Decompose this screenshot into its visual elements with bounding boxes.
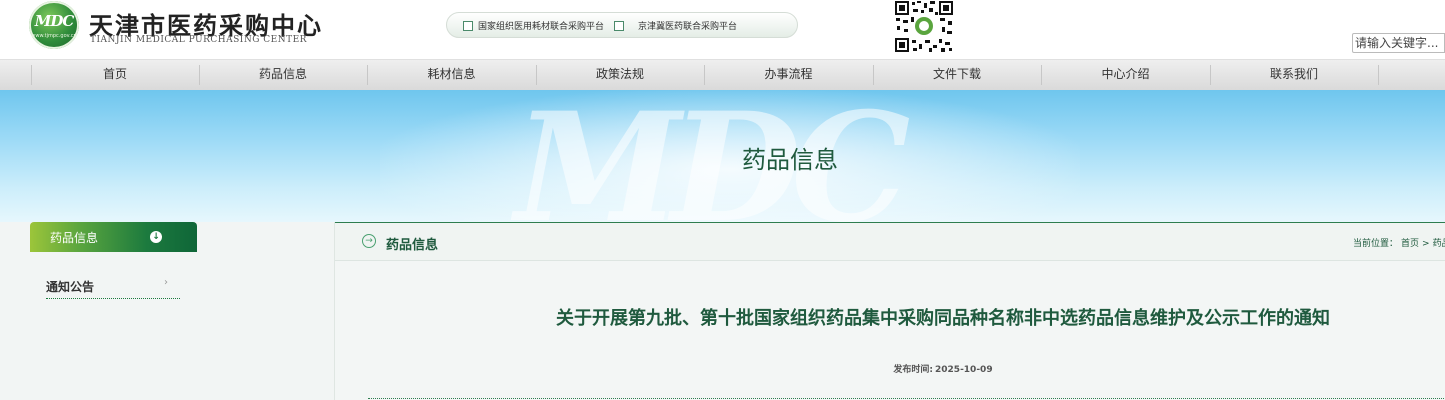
nav-item-contact[interactable]: 联系我们 <box>1210 60 1378 91</box>
logo-icon[interactable]: MDC www.tjmpc.gov.cn <box>29 1 79 49</box>
logo-url: www.tjmpc.gov.cn <box>31 33 77 39</box>
platform-link-jingjinji[interactable]: 京津冀医药联合采购平台 <box>614 19 737 32</box>
section-title: 药品信息 <box>386 238 439 253</box>
article-title: 关于开展第九批、第十批国家组织药品集中采购同品种名称非中选药品信息维护及公示工作… <box>556 308 1330 329</box>
nav-item-home[interactable]: 首页 <box>31 60 199 91</box>
checkbox-icon <box>463 21 473 31</box>
nav-divider <box>1378 65 1379 85</box>
nav-item-downloads[interactable]: 文件下载 <box>873 60 1041 91</box>
arrow-right-circle-icon: → <box>362 234 376 248</box>
main-content: → 药品信息 当前位置：首页>药品信息 关于开展第九批、第十批国家组织药品集中采… <box>334 222 1445 400</box>
breadcrumb-current[interactable]: 药品信息 <box>1433 239 1445 249</box>
sidebar-item-notices[interactable]: 通知公告 › <box>46 276 180 299</box>
nav-item-drug-info[interactable]: 药品信息 <box>199 60 367 91</box>
section-header: → 药品信息 当前位置：首页>药品信息 <box>335 222 1445 261</box>
nav-item-procedures[interactable]: 办事流程 <box>704 60 873 91</box>
arrow-down-icon: ↓ <box>150 231 162 243</box>
nav-item-policies[interactable]: 政策法规 <box>536 60 704 91</box>
platform-link-consumables[interactable]: 国家组织医用耗材联合采购平台 <box>463 19 604 32</box>
banner-title: 药品信息 <box>742 146 838 174</box>
site-title-en: TIANJIN MEDICAL PURCHASING CENTER <box>90 35 307 45</box>
article-date: 发布时间: 2025-10-09 <box>335 362 1445 375</box>
nav-item-about[interactable]: 中心介绍 <box>1041 60 1210 91</box>
sidebar-heading-label: 药品信息 <box>50 231 99 245</box>
nav-item-consumables-info[interactable]: 耗材信息 <box>367 60 536 91</box>
sidebar-item-label: 通知公告 <box>46 280 95 294</box>
main-nav: 首页 药品信息 耗材信息 政策法规 办事流程 文件下载 中心介绍 联系我们 <box>0 59 1445 91</box>
sidebar: 药品信息 ↓ 通知公告 › <box>0 222 334 400</box>
article-date-value: 2025-10-09 <box>935 365 993 375</box>
sidebar-heading: 药品信息 ↓ <box>30 222 197 252</box>
breadcrumb-home[interactable]: 首页 <box>1401 239 1419 249</box>
platform-links: 国家组织医用耗材联合采购平台 京津冀医药联合采购平台 <box>446 12 798 38</box>
site-header: MDC www.tjmpc.gov.cn 天津市医药采购中心 TIANJIN M… <box>0 0 1445 59</box>
checkbox-icon <box>614 21 624 31</box>
breadcrumb-prefix: 当前位置： <box>1353 239 1399 249</box>
logo-text: MDC <box>34 12 75 30</box>
divider <box>368 398 1445 399</box>
breadcrumb: 当前位置：首页>药品信息 <box>1353 236 1445 249</box>
qr-code-icon <box>894 0 954 53</box>
chevron-right-icon: › <box>164 277 168 288</box>
page-banner: MDC 药品信息 <box>0 90 1445 222</box>
breadcrumb-separator: > <box>1422 239 1430 249</box>
article-date-label: 发布时间: <box>893 365 934 375</box>
search-input[interactable] <box>1352 33 1445 53</box>
